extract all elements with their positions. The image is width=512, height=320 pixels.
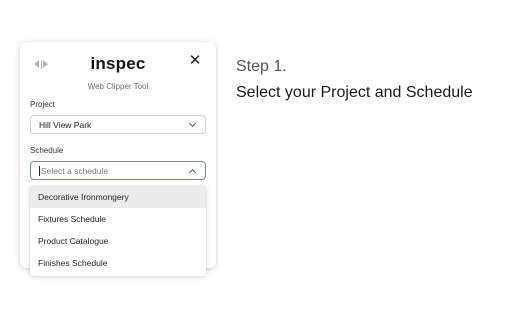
subtitle: Web Clipper Tool (87, 82, 149, 91)
project-label: Project (30, 100, 55, 109)
schedule-option[interactable]: Product Catalogue (30, 230, 206, 252)
step-description: Select your Project and Schedule (236, 84, 473, 101)
schedule-label: Schedule (30, 146, 64, 155)
chevron-up-icon (188, 168, 197, 176)
close-icon[interactable]: ✕ (188, 53, 202, 68)
brand-logo: inspec (90, 54, 146, 73)
schedule-option[interactable]: Finishes Schedule (30, 252, 206, 274)
project-select[interactable]: Hill View Park (30, 115, 206, 134)
text-caret (39, 165, 40, 176)
schedule-dropdown: Decorative Ironmongery Fixtures Schedule… (30, 186, 206, 276)
chevron-down-icon (188, 119, 197, 127)
schedule-option[interactable]: Decorative Ironmongery (30, 186, 206, 208)
schedule-option[interactable]: Fixtures Schedule (30, 208, 206, 230)
project-value: Hill View Park (39, 119, 92, 130)
step-title: Step 1. (236, 58, 287, 75)
schedule-select[interactable]: Select a schedule (30, 161, 206, 180)
schedule-placeholder: Select a schedule (41, 165, 109, 176)
